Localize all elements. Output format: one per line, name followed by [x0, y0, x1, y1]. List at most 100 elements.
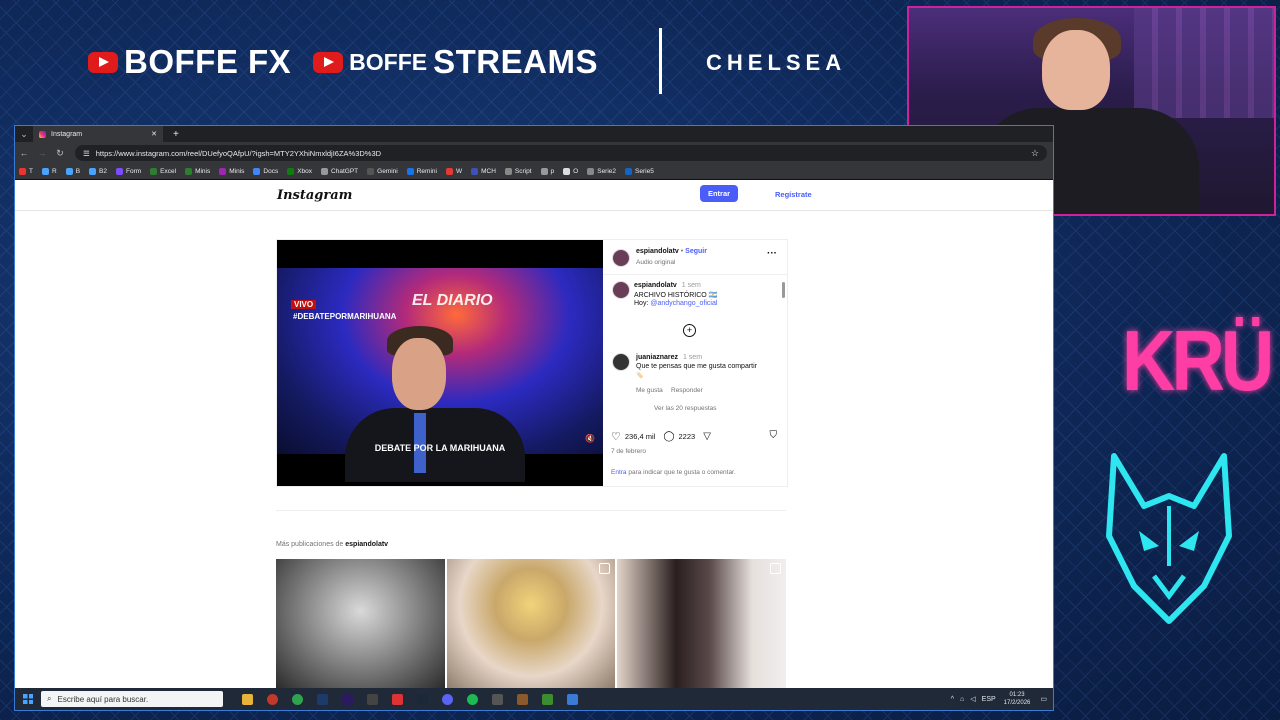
bookmark-favicon-icon — [287, 168, 295, 175]
spotify-icon[interactable] — [467, 693, 478, 705]
reload-icon[interactable]: ↻ — [51, 148, 69, 159]
post-actions: ♡ 236,4 mil ◯ 2223 ▽ — [611, 430, 715, 443]
comment-username[interactable]: juaniaznarez 1 sem — [636, 354, 702, 361]
mute-icon[interactable]: 🔇 — [585, 434, 595, 443]
bookmark-item[interactable]: Form — [115, 168, 141, 175]
post-thumbnail[interactable] — [446, 559, 616, 689]
bookmark-item[interactable]: B2 — [89, 168, 107, 175]
clock[interactable]: 01:23 17/2/2026 — [1004, 691, 1031, 707]
bookmark-item[interactable]: Xbox — [287, 168, 312, 175]
follow-button[interactable]: Seguir — [685, 248, 707, 255]
comment-like-link[interactable]: Me gusta — [636, 387, 663, 394]
bookmark-star-icon[interactable]: ☆ — [1031, 148, 1039, 159]
file-explorer-icon[interactable] — [242, 693, 253, 705]
comment-text: Que te pensas que me gusta compartir — [636, 363, 758, 370]
register-link[interactable]: Regístrate — [775, 190, 812, 199]
bookmark-item[interactable]: Serie2 — [587, 168, 616, 175]
bookmark-favicon-icon — [115, 168, 123, 175]
audio-label[interactable]: Audio original — [636, 259, 675, 266]
bookmark-favicon-icon — [219, 168, 227, 175]
view-replies-link[interactable]: Ver las 20 respuestas — [654, 405, 717, 412]
app-brown-icon[interactable] — [517, 693, 528, 705]
post-thumbnail[interactable] — [617, 559, 787, 689]
taskbar-search[interactable]: ⌕ Escribe aquí para buscar. — [41, 691, 223, 707]
close-tab-icon[interactable]: ✕ — [151, 130, 157, 138]
bookmark-item[interactable]: ChatGPT — [321, 168, 358, 175]
bookmark-item[interactable]: Docs — [253, 168, 278, 175]
forward-icon[interactable]: → — [33, 148, 51, 158]
tray-expand-icon[interactable]: ^ — [951, 696, 954, 703]
bookmark-item[interactable]: p — [540, 168, 554, 175]
more-options-icon[interactable]: ··· — [767, 248, 777, 259]
bookmark-item[interactable]: Script — [504, 168, 532, 175]
bookmark-item[interactable]: W — [445, 168, 462, 175]
description-avatar[interactable] — [612, 281, 630, 299]
bookmark-favicon-icon — [185, 168, 193, 175]
app-red-icon[interactable] — [392, 693, 403, 705]
bookmark-item[interactable]: Minis — [219, 168, 244, 175]
comments-scrollbar[interactable] — [782, 276, 785, 420]
streamer-face — [1042, 30, 1110, 110]
reel-video[interactable]: VIVO EL DIARIO #DEBATEPORMARIHUANA DEBAT… — [277, 240, 603, 486]
login-button[interactable]: Entrar — [700, 185, 738, 202]
video-frame: VIVO EL DIARIO #DEBATEPORMARIHUANA — [277, 268, 603, 482]
comment-count: 2223 — [678, 432, 696, 441]
back-icon[interactable]: ← — [15, 148, 33, 158]
app-blue-icon[interactable] — [567, 693, 578, 705]
kru-logo: KRÜ — [1122, 312, 1274, 409]
new-tab-icon[interactable]: + — [173, 129, 179, 140]
instagram-logo[interactable]: Instagram — [277, 188, 352, 203]
login-prompt-link[interactable]: Entra — [611, 469, 627, 476]
comment-avatar[interactable] — [612, 353, 630, 371]
bookmark-item[interactable]: MCH — [471, 168, 496, 175]
search-placeholder: Escribe aquí para buscar. — [57, 694, 149, 704]
like-icon[interactable]: ♡ — [611, 430, 621, 443]
language-indicator[interactable]: ESP — [982, 696, 996, 703]
windows-start-icon[interactable] — [23, 694, 33, 704]
windows-taskbar: ⌕ Escribe aquí para buscar. ^ ⌂ ◁ ESP 01… — [14, 688, 1054, 711]
premiere-icon[interactable] — [342, 693, 353, 705]
notifications-icon[interactable]: ▭ — [1040, 695, 1047, 703]
share-icon[interactable]: ▽ — [703, 431, 711, 442]
xbox-icon[interactable] — [542, 693, 553, 705]
calculator-icon[interactable] — [367, 693, 378, 705]
description-username[interactable]: espiandolatv 1 sem — [634, 282, 701, 289]
chrome-icon[interactable] — [292, 693, 303, 705]
bookmark-favicon-icon — [625, 168, 633, 175]
post-thumbnail[interactable] — [276, 559, 445, 689]
bookmark-item[interactable]: Remini — [406, 168, 437, 175]
reel-icon — [599, 563, 611, 574]
volume-icon[interactable]: ◁ — [970, 695, 975, 703]
app-gray-icon[interactable] — [492, 693, 503, 705]
bookmark-item[interactable]: Excel — [150, 168, 176, 175]
network-icon[interactable]: ⌂ — [960, 696, 964, 703]
author-username[interactable]: espiandolatv • Seguir — [636, 248, 707, 255]
comment-reply-link[interactable]: Responder — [671, 387, 703, 394]
more-posts-user[interactable]: espiandolatv — [345, 541, 388, 548]
tab-list-icon[interactable]: ⌄ — [15, 129, 33, 140]
author-avatar[interactable] — [612, 249, 630, 267]
description-line1: ARCHIVO HISTÓRICO 🇦🇷 — [634, 292, 718, 299]
tab-instagram[interactable]: Instagram ✕ — [33, 126, 163, 142]
discord-icon[interactable] — [442, 693, 453, 705]
add-icon[interactable]: + — [683, 324, 696, 337]
post-author-header: espiandolatv • Seguir Audio original ··· — [603, 240, 787, 275]
comment-icon[interactable]: ◯ — [663, 431, 674, 442]
save-icon[interactable]: ⛉ — [770, 430, 778, 441]
obs-icon[interactable] — [267, 693, 278, 705]
like-count: 236,4 mil — [624, 432, 656, 441]
site-info-icon[interactable]: ☰ — [83, 149, 90, 158]
mention-link[interactable]: @andychango_oficial — [650, 300, 717, 307]
steam-icon[interactable] — [417, 693, 428, 705]
bookmark-item[interactable]: Serie5 — [625, 168, 654, 175]
url-input[interactable]: ☰ https://www.instagram.com/reel/DUefyoQ… — [75, 145, 1047, 161]
bookmark-item[interactable]: Minis — [185, 168, 210, 175]
bookmark-item[interactable]: R — [41, 168, 57, 175]
photoshop-icon[interactable] — [317, 693, 328, 705]
tab-bar: ⌄ Instagram ✕ + — [15, 126, 1053, 142]
bookmark-item[interactable]: B — [65, 168, 80, 175]
bookmark-item[interactable]: T — [19, 168, 33, 175]
bookmark-item[interactable]: O — [563, 168, 578, 175]
url-text: https://www.instagram.com/reel/DUefyoQAf… — [95, 148, 382, 158]
bookmark-item[interactable]: Gemini — [367, 168, 398, 175]
